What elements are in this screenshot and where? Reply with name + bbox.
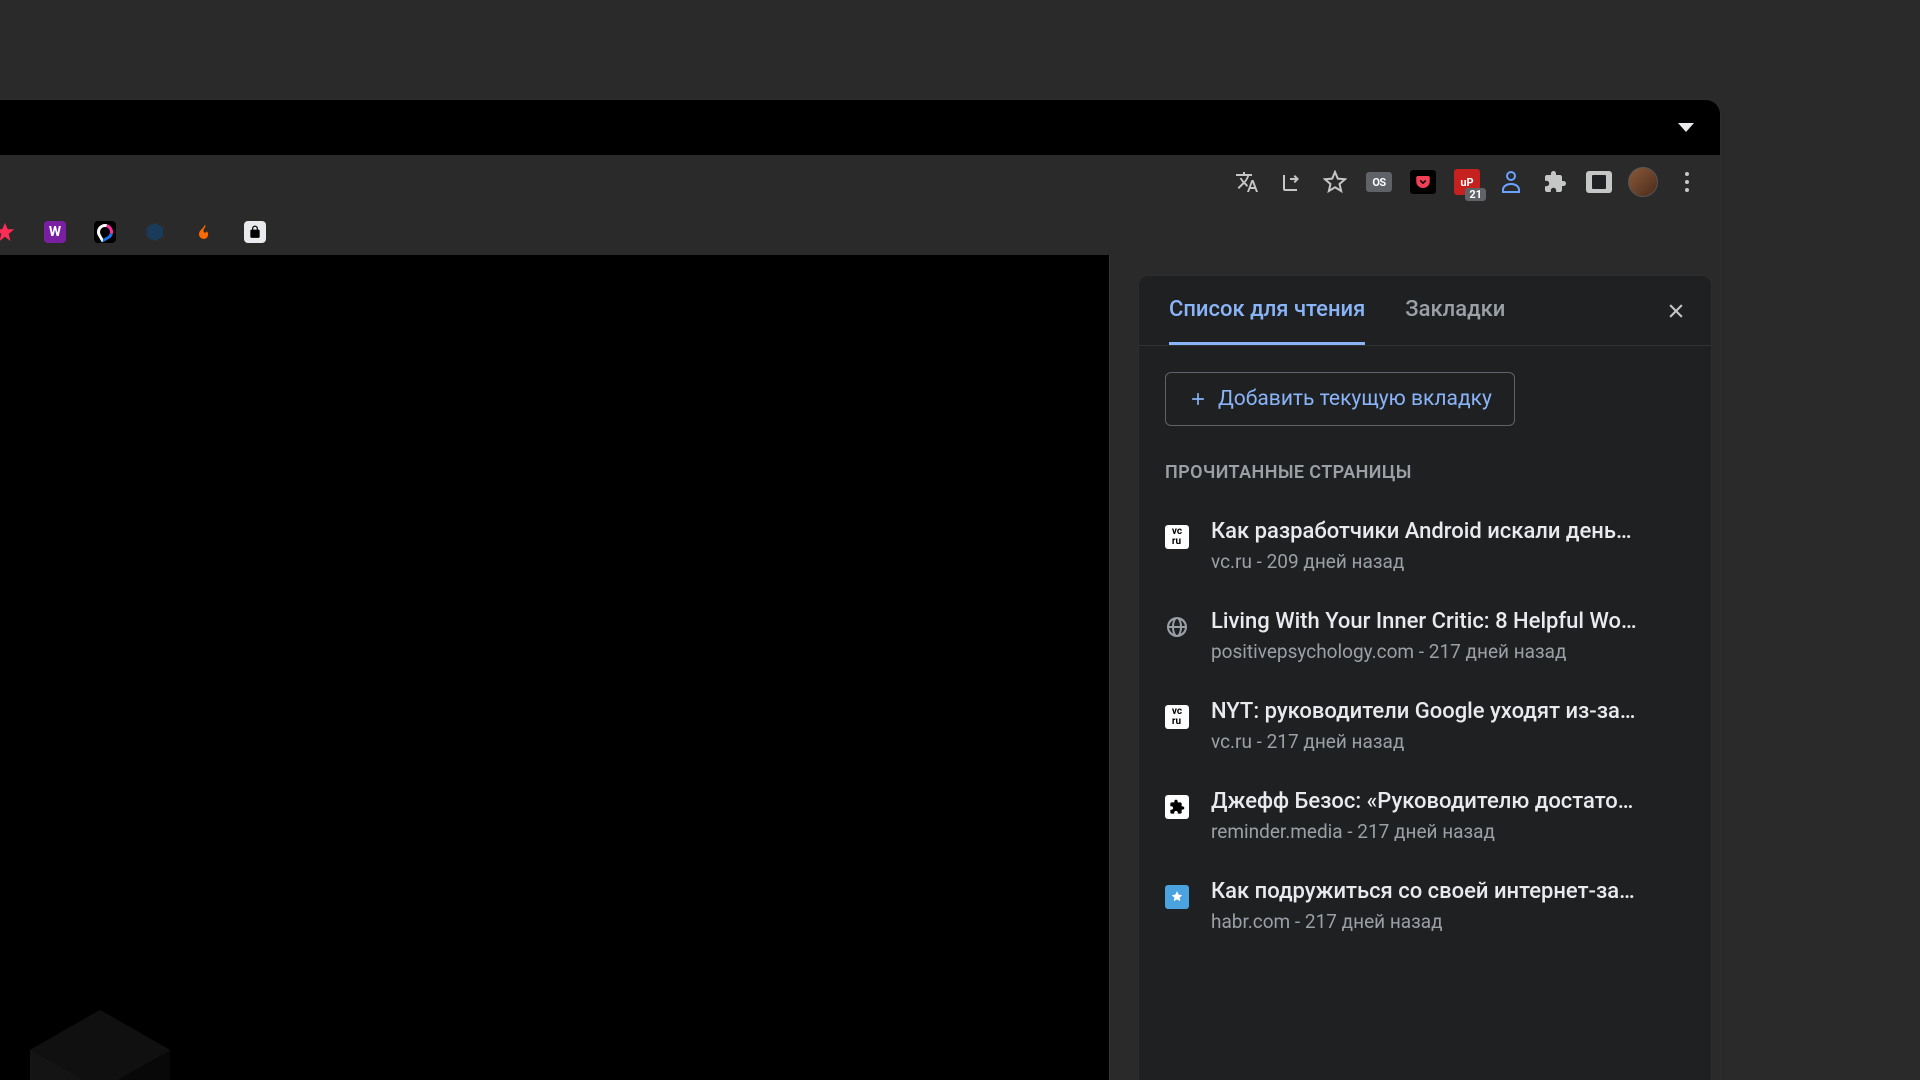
extensions-puzzle-icon[interactable]	[1536, 163, 1574, 201]
reading-list-panel: Список для чтения Закладки Добавить теку…	[1138, 275, 1712, 1080]
side-panel: Список для чтения Закладки Добавить теку…	[1110, 255, 1720, 1080]
reading-list-item[interactable]: vcru Как разработчики Android искали день…	[1165, 503, 1685, 593]
bookmark-swirl-icon[interactable]	[94, 221, 116, 243]
reading-item-title: NYT: руководители Google уходят из-за…	[1211, 699, 1685, 724]
tab-strip	[0, 100, 1720, 155]
reading-item-meta: positivepsychology.com - 217 дней назад	[1211, 640, 1685, 663]
add-current-tab-button[interactable]: Добавить текущую вкладку	[1165, 372, 1515, 426]
read-pages-label: ПРОЧИТАННЫЕ СТРАНИЦЫ	[1165, 462, 1685, 483]
side-panel-toggle-icon[interactable]	[1580, 163, 1618, 201]
panel-body: Добавить текущую вкладку ПРОЧИТАННЫЕ СТР…	[1139, 346, 1711, 953]
bookmarks-bar: W	[0, 209, 1720, 255]
reading-item-meta: vc.ru - 209 дней назад	[1211, 550, 1685, 573]
reading-item-meta: habr.com - 217 дней назад	[1211, 910, 1685, 933]
tab-search-dropdown-icon[interactable]	[1678, 123, 1694, 132]
reading-list: vcru Как разработчики Android искали день…	[1165, 503, 1685, 953]
bookmark-cube-icon[interactable]	[144, 221, 166, 243]
favicon-puzzle-icon	[1165, 795, 1189, 819]
menu-more-icon[interactable]	[1668, 163, 1706, 201]
reading-list-item[interactable]: Джефф Безос: «Руководителю достато… remin…	[1165, 773, 1685, 863]
reading-item-meta: vc.ru - 217 дней назад	[1211, 730, 1685, 753]
favicon-vc-icon: vcru	[1165, 525, 1189, 549]
bookmark-star-icon[interactable]	[1316, 163, 1354, 201]
watermark-hex-icon	[30, 1010, 170, 1080]
content-area: Список для чтения Закладки Добавить теку…	[0, 255, 1720, 1080]
favicon-vc-icon: vcru	[1165, 705, 1189, 729]
browser-window: OS uP21 W	[0, 100, 1720, 1080]
extension-ublock-icon[interactable]: uP21	[1448, 163, 1486, 201]
profile-avatar[interactable]	[1624, 163, 1662, 201]
translate-icon[interactable]	[1228, 163, 1266, 201]
reading-list-item[interactable]: vcru NYT: руководители Google уходят из-з…	[1165, 683, 1685, 773]
tab-bookmarks[interactable]: Закладки	[1405, 277, 1505, 345]
reading-item-title: Living With Your Inner Critic: 8 Helpful…	[1211, 609, 1685, 634]
bookmark-fire-icon[interactable]	[194, 221, 216, 243]
add-button-label: Добавить текущую вкладку	[1218, 387, 1492, 411]
extension-os-icon[interactable]: OS	[1360, 163, 1398, 201]
reading-item-text: Living With Your Inner Critic: 8 Helpful…	[1211, 609, 1685, 663]
reading-item-text: Как разработчики Android искали день… vc.…	[1211, 519, 1685, 573]
reading-list-item[interactable]: Living With Your Inner Critic: 8 Helpful…	[1165, 593, 1685, 683]
close-panel-button[interactable]	[1661, 296, 1691, 326]
favicon-globe-icon	[1165, 615, 1189, 639]
extension-person-icon[interactable]	[1492, 163, 1530, 201]
bookmark-colorstar-icon[interactable]	[0, 221, 16, 243]
tab-reading-list[interactable]: Список для чтения	[1169, 277, 1365, 345]
toolbar: OS uP21	[0, 155, 1720, 209]
reading-item-title: Как подружиться со своей интернет-за…	[1211, 879, 1685, 904]
share-icon[interactable]	[1272, 163, 1310, 201]
reading-item-meta: reminder.media - 217 дней назад	[1211, 820, 1685, 843]
panel-tabs: Список для чтения Закладки	[1139, 276, 1711, 346]
ublock-badge: 21	[1465, 188, 1486, 201]
reading-item-title: Как разработчики Android искали день…	[1211, 519, 1685, 544]
reading-item-text: Как подружиться со своей интернет-за… hab…	[1211, 879, 1685, 933]
bookmark-w-icon[interactable]: W	[44, 221, 66, 243]
favicon-habr-icon	[1165, 885, 1189, 909]
reading-item-text: Джефф Безос: «Руководителю достато… remin…	[1211, 789, 1685, 843]
reading-item-title: Джефф Безос: «Руководителю достато…	[1211, 789, 1685, 814]
reading-list-item[interactable]: Как подружиться со своей интернет-за… hab…	[1165, 863, 1685, 953]
main-page-view	[0, 255, 1110, 1080]
extension-pocket-icon[interactable]	[1404, 163, 1442, 201]
bookmark-lock-icon[interactable]	[244, 221, 266, 243]
reading-item-text: NYT: руководители Google уходят из-за… vc…	[1211, 699, 1685, 753]
